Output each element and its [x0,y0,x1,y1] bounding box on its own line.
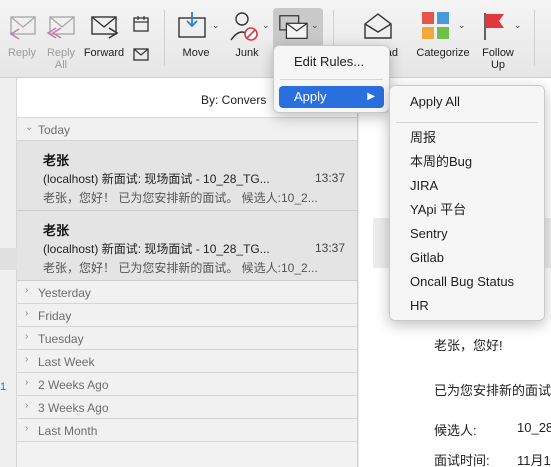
chevron-right-icon: › [25,423,29,434]
rule-menu-item[interactable]: Gitlab [390,247,544,269]
folder-sidebar: 1 [0,78,17,467]
group-label: Last Week [38,355,95,369]
reply-all-label-line1: Reply [46,47,76,59]
move-folder-icon [178,12,206,38]
forward-icon [91,16,119,39]
message-row[interactable]: 老张 (localhost) 新面试: 现场面试 - 10_28_TG... 1… [17,211,357,281]
follow-up-button[interactable]: ⌄ Follow Up [476,0,522,76]
chevron-right-icon: › [25,285,29,296]
rules-menu: Edit Rules... Apply ▶ [273,45,390,113]
chevron-right-icon: › [25,377,29,388]
group-label: Tuesday [38,332,84,346]
chevron-right-icon: › [25,308,29,319]
chevron-down-icon: ⌄ [25,122,34,133]
toolbar-separator [164,10,165,66]
unread-count-badge: 1 [0,381,7,393]
rule-menu-item[interactable]: 周报 [390,127,544,149]
rules-icon [279,15,308,39]
junk-person-icon [230,12,258,41]
submenu-arrow-icon: ▶ [367,91,375,102]
edit-rules-menu-item[interactable]: Edit Rules... [274,51,389,73]
candidate-label: 候选人: [434,423,477,438]
menu-divider [280,79,383,80]
group-label: Yesterday [38,286,91,300]
calendar-icon [133,16,149,32]
group-header-tuesday[interactable]: › Tuesday [17,327,357,350]
email-body-line: 已为您安排新的面试 [434,383,551,398]
attachment-envelope-icon [133,48,149,61]
chevron-down-icon: ⌄ [212,20,220,30]
reply-button[interactable]: Reply [2,0,42,76]
chevron-right-icon: › [25,354,29,365]
meeting-button[interactable] [128,0,154,76]
group-label: Last Month [38,424,98,438]
message-list: By: Convers ⌄ Today 老张 (localhost) 新面试: … [17,78,358,467]
rule-menu-item[interactable]: YApi 平台 [390,199,544,221]
email-greeting: 老张，您好! [434,338,503,353]
group-header-2-weeks-ago[interactable]: › 2 Weeks Ago [17,373,357,396]
reply-label: Reply [7,47,37,59]
candidate-value: 10_28 [517,420,551,435]
message-sender: 老张 [43,223,70,238]
open-envelope-icon [364,13,392,39]
flag-icon [484,13,504,40]
follow-up-label-line2: Up [490,59,506,71]
message-subject: (localhost) 新面试: 现场面试 - 10_28_TG... [43,172,270,186]
chevron-right-icon: › [25,400,29,411]
sort-by-dropdown[interactable]: By: Convers [201,93,266,107]
chevron-down-icon: ⌄ [458,20,466,30]
interview-time-value: 11月1 [517,453,551,467]
group-header-yesterday[interactable]: › Yesterday [17,281,357,304]
message-preview: 老张，您好！ 已为您安排新的面试。 候选人:10_2... [43,261,318,275]
apply-menu-item[interactable]: Apply ▶ [279,86,384,108]
apply-submenu: Apply All 周报 本周的Bug JIRA YApi 平台 Sentry … [389,85,545,321]
junk-button[interactable]: ⌄ Junk [224,0,270,76]
selected-folder-highlight[interactable] [0,248,17,270]
move-button[interactable]: ⌄ Move [172,0,220,76]
interview-time-label: 面试时间: [434,453,490,467]
message-preview: 老张，您好！ 已为您安排新的面试。 候选人:10_2... [43,191,318,205]
group-label: Friday [38,309,72,323]
chevron-down-icon: ⌄ [311,20,319,30]
move-label: Move [182,47,210,59]
group-header-today[interactable]: ⌄ Today [17,118,357,141]
message-subject: (localhost) 新面试: 现场面试 - 10_28_TG... [43,242,270,256]
rule-menu-item[interactable]: 本周的Bug [390,151,544,173]
message-sender: 老张 [43,153,70,168]
forward-label: Forward [83,47,125,59]
follow-up-label-line1: Follow [482,47,514,59]
message-time: 13:37 [314,171,345,185]
forward-button[interactable]: Forward [82,0,126,76]
rule-menu-item[interactable]: HR [390,295,544,317]
menu-divider [396,122,538,123]
reply-all-label-line2: All [54,59,68,71]
message-row[interactable]: 老张 (localhost) 新面试: 现场面试 - 10_28_TG... 1… [17,141,357,211]
chevron-right-icon: › [25,331,29,342]
reply-all-button[interactable]: Reply All [42,0,80,76]
junk-label: Junk [235,47,259,59]
group-header-friday[interactable]: › Friday [17,304,357,327]
apply-label: Apply [294,89,327,104]
chevron-down-icon: ⌄ [514,20,522,30]
group-header-3-weeks-ago[interactable]: › 3 Weeks Ago [17,396,357,419]
categorize-button[interactable]: ⌄ Categorize [412,0,474,76]
rule-menu-item[interactable]: Oncall Bug Status [390,271,544,293]
reply-icon [9,16,36,40]
message-time: 13:37 [314,241,345,255]
group-label: 2 Weeks Ago [38,378,109,392]
rule-menu-item[interactable]: Sentry [390,223,544,245]
reply-all-icon [46,16,75,39]
group-label: 3 Weeks Ago [38,401,109,415]
chevron-down-icon: ⌄ [262,20,270,30]
group-header-last-week[interactable]: › Last Week [17,350,357,373]
categorize-label: Categorize [416,47,470,59]
categorize-icon [422,12,449,39]
rule-menu-item[interactable]: JIRA [390,175,544,197]
group-header-last-month[interactable]: › Last Month [17,419,357,442]
apply-all-menu-item[interactable]: Apply All [390,91,544,113]
group-label: Today [38,123,71,137]
toolbar-separator [534,10,535,66]
